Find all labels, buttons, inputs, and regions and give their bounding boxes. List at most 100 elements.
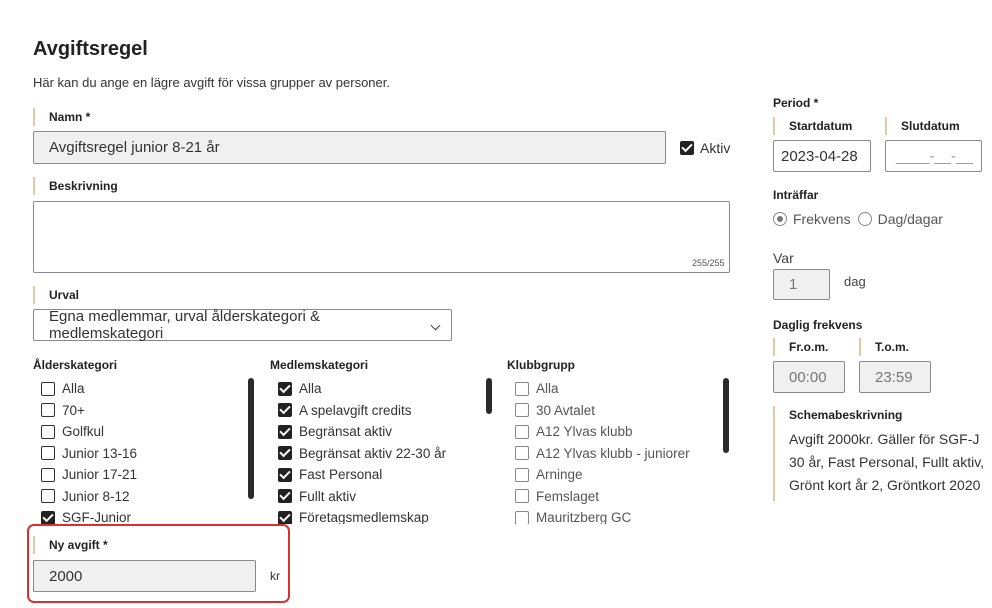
list-item[interactable]: Golfkul	[41, 421, 241, 443]
selection-label: Urval	[33, 286, 79, 304]
checkbox[interactable]	[515, 446, 529, 461]
list-item-label: 70+	[62, 402, 85, 418]
club-group-scrollbar[interactable]	[723, 378, 729, 453]
checkbox[interactable]	[41, 489, 55, 504]
name-input[interactable]: Avgiftsregel junior 8-21 år	[33, 131, 666, 164]
checkbox[interactable]	[278, 489, 292, 504]
club-group-label: Klubbgrupp	[507, 358, 575, 372]
checkbox[interactable]	[515, 403, 529, 418]
list-item[interactable]: Företagsmedlemskap	[278, 507, 478, 524]
member-category-list: Alla A spelavgift credits Begränsat aktiv B…	[278, 378, 478, 524]
list-item-label: Alla	[299, 381, 322, 397]
list-item[interactable]: Fast Personal	[278, 464, 478, 486]
list-item[interactable]: Alla	[515, 378, 715, 400]
list-item[interactable]: SGF-Junior	[41, 507, 241, 524]
active-checkbox[interactable]	[680, 141, 694, 155]
list-item-label: Alla	[62, 381, 85, 397]
checkbox[interactable]	[515, 510, 529, 524]
days-label: Dag/dagar	[877, 211, 943, 227]
page-subtitle: Här kan du ange en lägre avgift för viss…	[33, 75, 390, 90]
end-date-input[interactable]: ____-__-__	[885, 140, 982, 172]
checkbox[interactable]	[278, 446, 292, 461]
list-item[interactable]: Begränsat aktiv 22-30 år	[278, 443, 478, 465]
checkbox[interactable]	[278, 403, 292, 418]
list-item[interactable]: 70+	[41, 400, 241, 422]
to-time-label: T.o.m.	[859, 338, 909, 356]
end-date-label: Slutdatum	[885, 117, 960, 135]
selection-dropdown[interactable]: Egna medlemmar, urval ålderskategori & m…	[33, 308, 452, 342]
schedule-line: Grönt kort år 2, Gröntkort 2020	[789, 477, 981, 493]
list-item-label: A12 Ylvas klubb - juniorer	[536, 445, 690, 461]
from-time-input[interactable]: 00:00	[773, 361, 845, 393]
from-time-label: Fr.o.m.	[773, 338, 828, 356]
checkbox[interactable]	[278, 424, 292, 439]
member-category-scrollbar[interactable]	[486, 378, 492, 414]
list-item[interactable]: Alla	[41, 378, 241, 400]
checkbox[interactable]	[41, 381, 55, 396]
list-item[interactable]: Alla	[278, 378, 478, 400]
new-fee-input[interactable]: 2000	[33, 560, 256, 592]
list-item[interactable]: Femslaget	[515, 486, 715, 508]
checkbox[interactable]	[515, 381, 529, 396]
list-item-label: Företagsmedlemskap	[299, 510, 429, 524]
checkbox[interactable]	[278, 381, 292, 396]
list-item-label: Begränsat aktiv	[299, 424, 393, 440]
checkbox[interactable]	[278, 467, 292, 482]
list-item-label: Fast Personal	[299, 467, 383, 483]
list-item[interactable]: Junior 17-21	[41, 464, 241, 486]
list-item[interactable]: 30 Avtalet	[515, 400, 715, 422]
active-toggle[interactable]: Aktiv	[680, 140, 730, 156]
occurs-label: Inträffar	[773, 188, 819, 202]
period-label: Period *	[773, 96, 819, 110]
list-item[interactable]: Mauritzberg GC	[515, 507, 715, 524]
club-group-list: Alla 30 Avtalet A12 Ylvas klubb A12 Ylvas k…	[515, 378, 715, 524]
name-label: Namn *	[33, 108, 90, 126]
active-label: Aktiv	[700, 140, 731, 156]
checkbox[interactable]	[41, 424, 55, 439]
list-item[interactable]: Junior 13-16	[41, 443, 241, 465]
list-item-label: Mauritzberg GC	[536, 510, 632, 524]
list-item-label: Begränsat aktiv 22-30 år	[299, 445, 447, 461]
description-textarea[interactable]	[33, 201, 730, 273]
days-radio[interactable]	[857, 212, 872, 226]
checkbox[interactable]	[515, 424, 529, 439]
list-item-label: Junior 17-21	[62, 467, 138, 483]
list-item-label: Junior 13-16	[62, 445, 138, 461]
schedule-text: Avgift 2000kr. Gäller för SGF-J 30 år, Fa…	[789, 428, 992, 497]
list-item-label: A spelavgift credits	[299, 402, 412, 418]
list-item[interactable]: A spelavgift credits	[278, 400, 478, 422]
list-item-label: Golfkul	[62, 424, 105, 440]
every-input[interactable]: 1	[773, 269, 830, 300]
checkbox[interactable]	[278, 510, 292, 524]
every-label: Var	[773, 250, 794, 266]
list-item-label: Junior 8-12	[62, 488, 130, 504]
list-item[interactable]: Junior 8-12	[41, 486, 241, 508]
description-label: Beskrivning	[33, 177, 118, 195]
checkbox[interactable]	[515, 489, 529, 504]
list-item[interactable]: Fullt aktiv	[278, 486, 478, 508]
list-item[interactable]: Arninge	[515, 464, 715, 486]
list-item-label: Arninge	[536, 467, 583, 483]
checkbox[interactable]	[515, 467, 529, 482]
list-item-label: Fullt aktiv	[299, 488, 357, 504]
checkbox[interactable]	[41, 510, 55, 524]
list-item-label: Femslaget	[536, 488, 600, 504]
start-date-input[interactable]: 2023-04-28	[773, 140, 871, 172]
description-counter: 255/255	[692, 258, 725, 268]
checkbox[interactable]	[41, 467, 55, 482]
list-item[interactable]: Begränsat aktiv	[278, 421, 478, 443]
checkbox[interactable]	[41, 446, 55, 461]
list-item[interactable]: A12 Ylvas klubb	[515, 421, 715, 443]
list-item-label: SGF-Junior	[62, 510, 132, 524]
daily-frequency-label: Daglig frekvens	[773, 318, 863, 332]
frequency-radio[interactable]	[773, 212, 787, 226]
page-title: Avgiftsregel	[33, 38, 148, 60]
checkbox[interactable]	[41, 403, 55, 418]
selection-value: Egna medlemmar, urval ålderskategori & m…	[49, 308, 320, 342]
list-item[interactable]: A12 Ylvas klubb - juniorer	[515, 443, 715, 465]
chevron-down-icon	[430, 320, 441, 330]
age-category-scrollbar[interactable]	[248, 378, 254, 499]
list-item-label: 30 Avtalet	[536, 402, 596, 418]
schedule-label: Schemabeskrivning	[789, 408, 903, 422]
to-time-input[interactable]: 23:59	[859, 361, 931, 393]
